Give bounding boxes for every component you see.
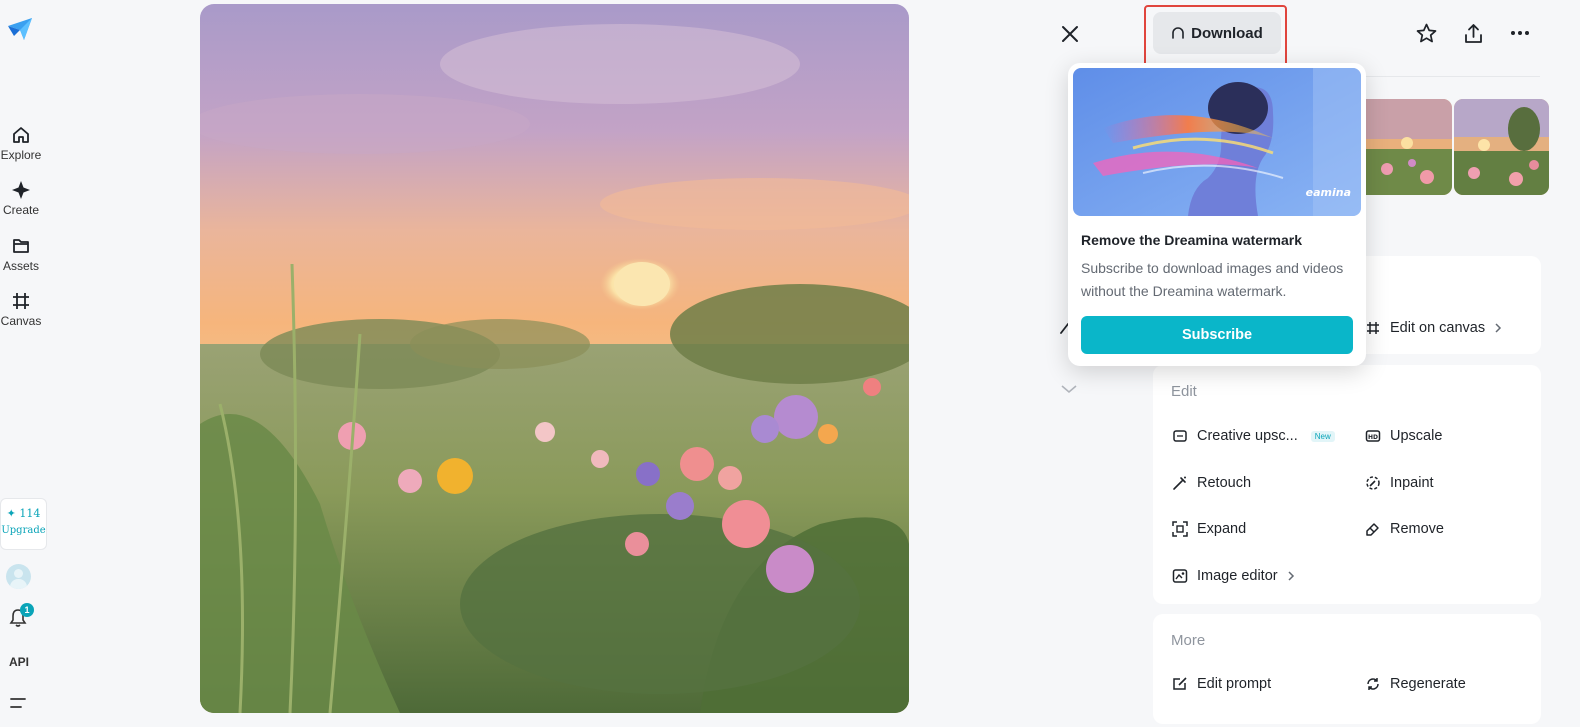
edit-on-canvas-link[interactable]: Edit on canvas: [1365, 320, 1502, 336]
image-editor-icon: [1172, 569, 1188, 583]
svg-text:HD: HD: [1368, 434, 1378, 441]
popover-title: Remove the Dreamina watermark: [1081, 232, 1302, 248]
more-options-icon[interactable]: [1510, 30, 1530, 36]
regenerate-button[interactable]: Regenerate: [1365, 676, 1466, 692]
menu-icon[interactable]: [10, 697, 26, 709]
promo-image: eamina: [1073, 68, 1361, 216]
share-icon[interactable]: [1463, 23, 1484, 44]
folder-icon: [13, 239, 29, 253]
inpaint-icon: [1366, 476, 1380, 490]
credits-count: ✦ 114: [6, 507, 41, 520]
image-thumbnail[interactable]: [1454, 99, 1549, 195]
sidebar-item-assets[interactable]: Assets: [0, 236, 42, 273]
regenerate-icon: [1367, 678, 1379, 690]
regenerate-label: Regenerate: [1390, 676, 1466, 692]
watermark-text: eamina: [1306, 186, 1351, 199]
creative-upscale-button[interactable]: Creative upsc... New: [1172, 428, 1335, 444]
more-section-title: More: [1171, 632, 1206, 649]
creative-upscale-icon: [1173, 430, 1187, 442]
chevron-right-icon: [1288, 571, 1294, 581]
dreamina-logo[interactable]: [6, 14, 34, 42]
sidebar-item-create[interactable]: Create: [0, 180, 42, 217]
edit-on-canvas-label: Edit on canvas: [1390, 320, 1486, 336]
header-divider: [1364, 76, 1540, 77]
close-icon[interactable]: [1061, 25, 1079, 43]
magic-wand-icon: [1173, 476, 1186, 490]
chevron-right-icon: [1495, 323, 1502, 333]
sparkle-icon: [12, 181, 30, 199]
creative-upscale-label: Creative upsc...: [1197, 428, 1298, 444]
upgrade-label: Upgrade: [1, 525, 46, 536]
sidebar-item-explore[interactable]: Explore: [0, 125, 42, 162]
notification-badge: 1: [20, 603, 34, 617]
chevron-down-icon[interactable]: [1060, 384, 1078, 394]
expand-label: Expand: [1197, 521, 1247, 537]
inpaint-button[interactable]: Inpaint: [1365, 475, 1434, 491]
sidebar-item-label: Create: [2, 203, 40, 217]
image-editor-link[interactable]: Image editor: [1172, 568, 1295, 584]
upscale-button[interactable]: HD Upscale: [1365, 428, 1442, 444]
promo-portrait-illustration: eamina: [1073, 68, 1361, 216]
loading-spinner-icon: [1172, 27, 1184, 39]
image-editor-label: Image editor: [1197, 568, 1278, 584]
canvas-icon: [13, 293, 29, 309]
star-icon[interactable]: [1416, 23, 1437, 44]
watermark-popover: eamina Remove the Dreamina watermark Sub…: [1068, 63, 1366, 366]
thumbnail-landscape: [1357, 99, 1452, 195]
subscribe-button[interactable]: Subscribe: [1081, 316, 1353, 354]
eraser-icon: [1366, 523, 1379, 536]
download-label: Download: [1191, 24, 1263, 42]
sidebar-item-label: Assets: [2, 259, 39, 273]
sidebar-item-label: Explore: [0, 148, 42, 162]
credits-upgrade-button[interactable]: ✦ 114 Upgrade: [0, 498, 47, 550]
canvas-icon: [1367, 322, 1379, 334]
sidebar-item-canvas[interactable]: Canvas: [0, 291, 42, 328]
thumbnail-landscape: [1454, 99, 1549, 195]
remove-button[interactable]: Remove: [1365, 521, 1444, 537]
image-thumbnail[interactable]: [1357, 99, 1452, 195]
popover-description: Subscribe to download images and videos …: [1081, 260, 1344, 299]
home-icon: [13, 127, 29, 143]
retouch-label: Retouch: [1197, 475, 1252, 491]
inpaint-label: Inpaint: [1390, 475, 1434, 491]
remove-label: Remove: [1390, 521, 1444, 537]
api-link[interactable]: API: [9, 655, 29, 669]
edit-section-title: Edit: [1171, 383, 1197, 400]
hd-icon: HD: [1365, 430, 1381, 442]
edit-prompt-button[interactable]: Edit prompt: [1172, 676, 1271, 692]
expand-button[interactable]: Expand: [1172, 521, 1246, 537]
retouch-button[interactable]: Retouch: [1172, 475, 1251, 491]
upscale-label: Upscale: [1390, 428, 1443, 444]
avatar[interactable]: [6, 564, 31, 589]
download-button[interactable]: Download: [1153, 12, 1281, 54]
generated-image[interactable]: [200, 4, 909, 713]
landscape-painting: [200, 4, 909, 713]
sidebar-item-label: Canvas: [0, 314, 42, 328]
more-section: More: [1153, 614, 1541, 724]
sidebar: Explore Create Assets Canvas ✦ 114 Upgra…: [0, 0, 48, 727]
edit-prompt-icon: [1173, 677, 1187, 690]
expand-icon: [1172, 521, 1188, 537]
new-badge: New: [1310, 430, 1335, 442]
edit-prompt-label: Edit prompt: [1197, 676, 1272, 692]
